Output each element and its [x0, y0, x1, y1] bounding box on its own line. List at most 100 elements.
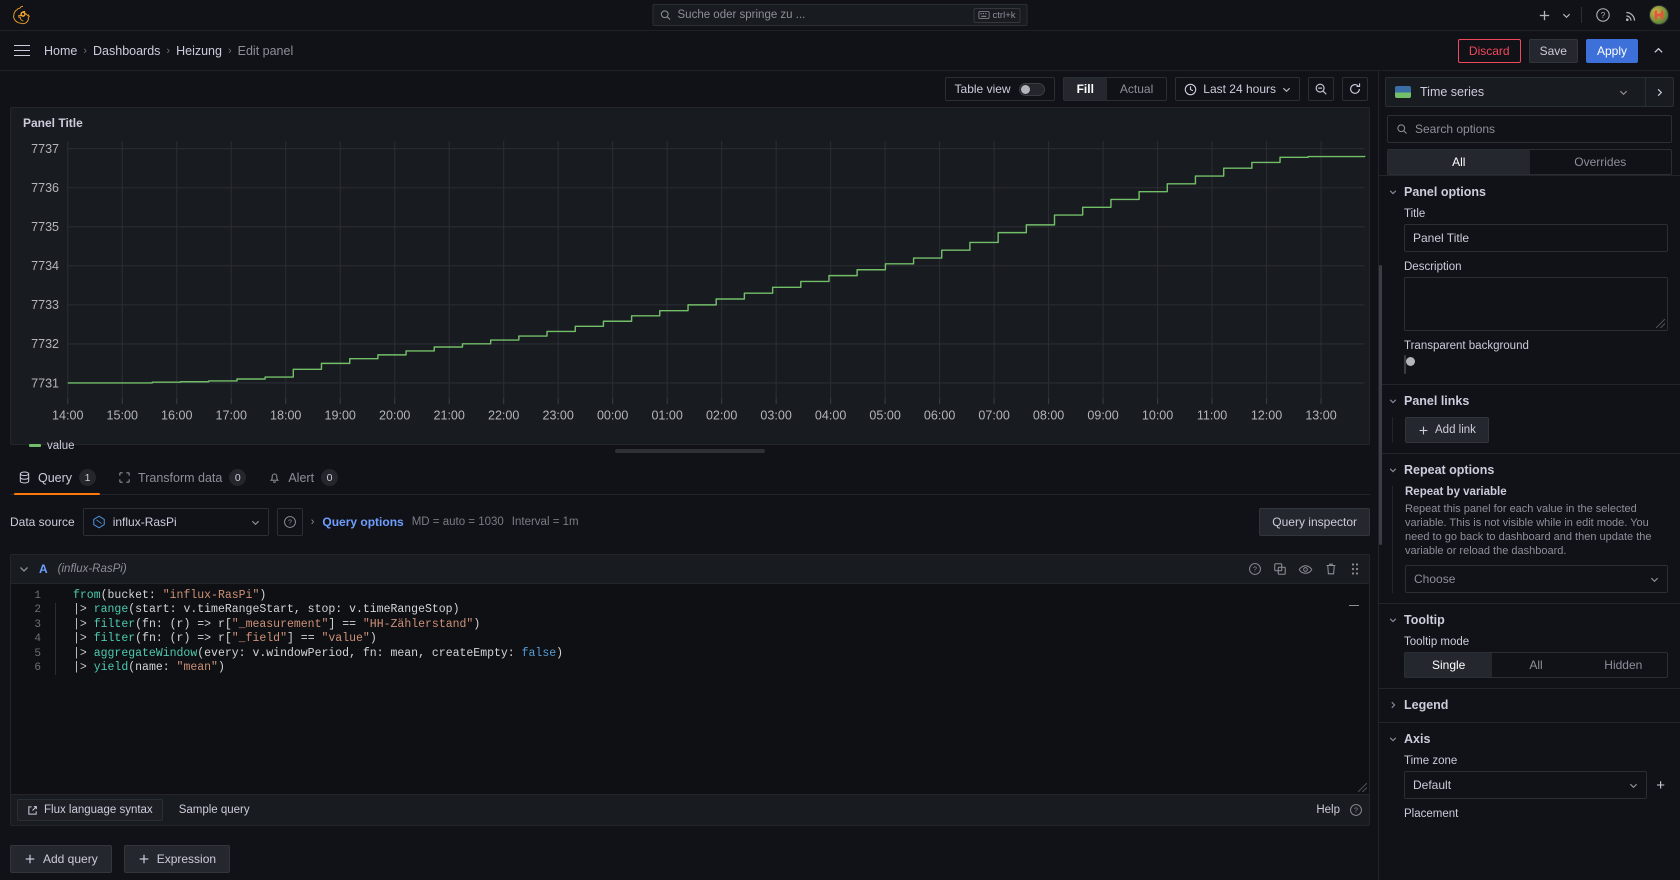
- add-new-chevron[interactable]: [1559, 2, 1573, 28]
- global-search-input[interactable]: Suche oder springe zu ... ctrl+k: [652, 4, 1028, 26]
- search-icon: [660, 10, 671, 20]
- chevron-up-icon: [1653, 47, 1663, 53]
- query-options-chevron-icon[interactable]: ›: [311, 516, 315, 528]
- info-circle-icon: ?: [1350, 804, 1362, 816]
- zoom-out-button[interactable]: [1308, 77, 1334, 101]
- apply-button[interactable]: Apply: [1585, 38, 1638, 63]
- section-legend-header[interactable]: Legend: [1389, 698, 1668, 712]
- menu-toggle-button[interactable]: [8, 37, 36, 65]
- fit-option-actual[interactable]: Actual: [1107, 78, 1166, 100]
- repeat-variable-select[interactable]: Choose: [1405, 565, 1668, 593]
- chevron-down-icon: [1562, 13, 1570, 18]
- fit-option-fill[interactable]: Fill: [1063, 78, 1107, 100]
- time-zone-select[interactable]: Default: [1404, 771, 1648, 799]
- query-drag-handle[interactable]: [1349, 562, 1361, 576]
- news-button[interactable]: [1618, 2, 1644, 28]
- panel-title[interactable]: Panel Title: [11, 108, 1369, 130]
- flux-code-editor[interactable]: 1 from(bucket: "influx-RasPi") 2 |> range(s…: [11, 583, 1369, 795]
- panel-title-input[interactable]: Panel Title: [1404, 224, 1668, 252]
- field-panel-description: Description: [1389, 261, 1668, 331]
- query-row-header: A (influx-RasPi) ?: [11, 555, 1369, 583]
- tooltip-mode-hidden[interactable]: Hidden: [1580, 653, 1667, 677]
- x-axis-tick-label: 23:00: [542, 408, 573, 422]
- collapse-options-button[interactable]: [1646, 39, 1670, 63]
- legend-item-label[interactable]: value: [47, 440, 75, 452]
- x-axis-tick-label: 05:00: [869, 408, 900, 422]
- chevron-down-icon: [251, 518, 260, 527]
- query-options-toggle[interactable]: Query options: [322, 515, 403, 529]
- refresh-button[interactable]: [1342, 77, 1368, 101]
- code-indent-guide: [55, 660, 73, 676]
- section-panel-links-header[interactable]: Panel links: [1389, 394, 1668, 408]
- breadcrumb-item-heizung[interactable]: Heizung: [176, 44, 222, 58]
- section-repeat-options-header[interactable]: Repeat options: [1389, 463, 1668, 477]
- query-duplicate-button[interactable]: [1273, 562, 1287, 576]
- save-button[interactable]: Save: [1528, 38, 1578, 63]
- tab-query[interactable]: Query 1: [10, 469, 106, 495]
- query-collapse-chevron-icon[interactable]: [19, 564, 29, 574]
- breadcrumb-item-home[interactable]: Home: [44, 44, 77, 58]
- query-hide-button[interactable]: [1298, 562, 1313, 577]
- query-info-button[interactable]: ?: [1349, 803, 1363, 817]
- code-line: 4 |> filter(fn: (r) => r["_field"] == "va…: [11, 632, 1369, 647]
- tab-query-count: 1: [79, 469, 97, 486]
- chevron-down-icon: [1389, 466, 1397, 474]
- table-view-switch[interactable]: [1018, 82, 1045, 96]
- chevron-down-icon: [1282, 87, 1291, 92]
- search-icon: [1397, 124, 1407, 134]
- add-expression-button[interactable]: Expression: [123, 845, 231, 873]
- tab-alert[interactable]: Alert 0: [260, 469, 348, 494]
- query-editor-area: Data source influx-RasPi ? › Query optio…: [10, 495, 1370, 880]
- tooltip-mode-single[interactable]: Single: [1405, 653, 1493, 677]
- discard-button[interactable]: Discard: [1457, 38, 1521, 63]
- options-pane-collapse-button[interactable]: [1645, 78, 1673, 106]
- datasource-help-button[interactable]: ?: [276, 508, 303, 536]
- time-range-picker[interactable]: Last 24 hours: [1175, 77, 1300, 101]
- query-help-button[interactable]: ?: [1248, 562, 1262, 576]
- add-link-button[interactable]: Add link: [1405, 417, 1489, 443]
- textarea-resize-grip[interactable]: [1656, 319, 1665, 328]
- add-time-zone-button[interactable]: +: [1653, 777, 1668, 794]
- table-view-toggle[interactable]: Table view: [944, 77, 1055, 101]
- query-help-link[interactable]: Help: [1316, 804, 1340, 816]
- datasource-row: Data source influx-RasPi ? › Query optio…: [10, 507, 1370, 537]
- viz-picker-chevron-icon[interactable]: [1611, 88, 1636, 97]
- flux-language-syntax-link[interactable]: Flux language syntax: [17, 799, 163, 821]
- code-editor-resize-grip[interactable]: [1358, 783, 1367, 792]
- options-scroll-area[interactable]: Panel options Title Panel Title Descript…: [1379, 175, 1680, 880]
- placement-label: Placement: [1404, 808, 1459, 820]
- breadcrumb-item-edit-panel: Edit panel: [237, 43, 294, 58]
- query-delete-button[interactable]: [1324, 562, 1338, 576]
- global-search-placeholder: Suche oder springe zu ...: [677, 9, 806, 21]
- y-axis-tick-label: 7736: [31, 181, 59, 195]
- transparent-background-switch[interactable]: [1404, 355, 1415, 374]
- section-axis-header[interactable]: Axis: [1389, 732, 1668, 746]
- options-scrollbar[interactable]: [1379, 265, 1382, 545]
- time-series-plot[interactable]: 7731 7732 7733 7734 7735 7736 7737 14:00 15:00 16…: [11, 130, 1369, 436]
- options-filter-all[interactable]: All: [1388, 150, 1530, 174]
- tooltip-mode-all[interactable]: All: [1492, 653, 1579, 677]
- breadcrumb-item-dashboards[interactable]: Dashboards: [93, 44, 160, 58]
- add-query-button[interactable]: Add query: [10, 845, 112, 873]
- query-row-a: A (influx-RasPi) ? 1 from(bucket: "influ…: [10, 554, 1370, 826]
- user-avatar-button[interactable]: [1646, 2, 1672, 28]
- grafana-logo[interactable]: [0, 5, 46, 25]
- search-shortcut-text: ctrl+k: [992, 9, 1016, 21]
- visualization-picker[interactable]: Time series: [1385, 77, 1674, 107]
- options-search-input[interactable]: Search options: [1387, 115, 1672, 143]
- datasource-picker[interactable]: influx-RasPi: [82, 508, 269, 536]
- query-inspector-button[interactable]: Query inspector: [1259, 508, 1370, 536]
- query-ref-id[interactable]: A: [39, 562, 48, 576]
- tab-transform-data[interactable]: Transform data 0: [110, 469, 256, 494]
- help-button[interactable]: ?: [1590, 2, 1616, 28]
- code-line-text: from(bucket: "influx-RasPi"): [73, 589, 267, 602]
- code-line: 1 from(bucket: "influx-RasPi"): [11, 589, 1369, 603]
- sample-query-button[interactable]: Sample query: [169, 799, 260, 821]
- section-panel-options-header[interactable]: Panel options: [1389, 185, 1668, 199]
- section-tooltip-header[interactable]: Tooltip: [1389, 613, 1668, 627]
- panel-resize-handle[interactable]: [615, 449, 765, 453]
- panel-description-textarea[interactable]: [1404, 277, 1668, 331]
- options-filter-overrides[interactable]: Overrides: [1530, 150, 1672, 174]
- svg-text:?: ?: [1253, 567, 1257, 574]
- add-new-button[interactable]: [1531, 2, 1557, 28]
